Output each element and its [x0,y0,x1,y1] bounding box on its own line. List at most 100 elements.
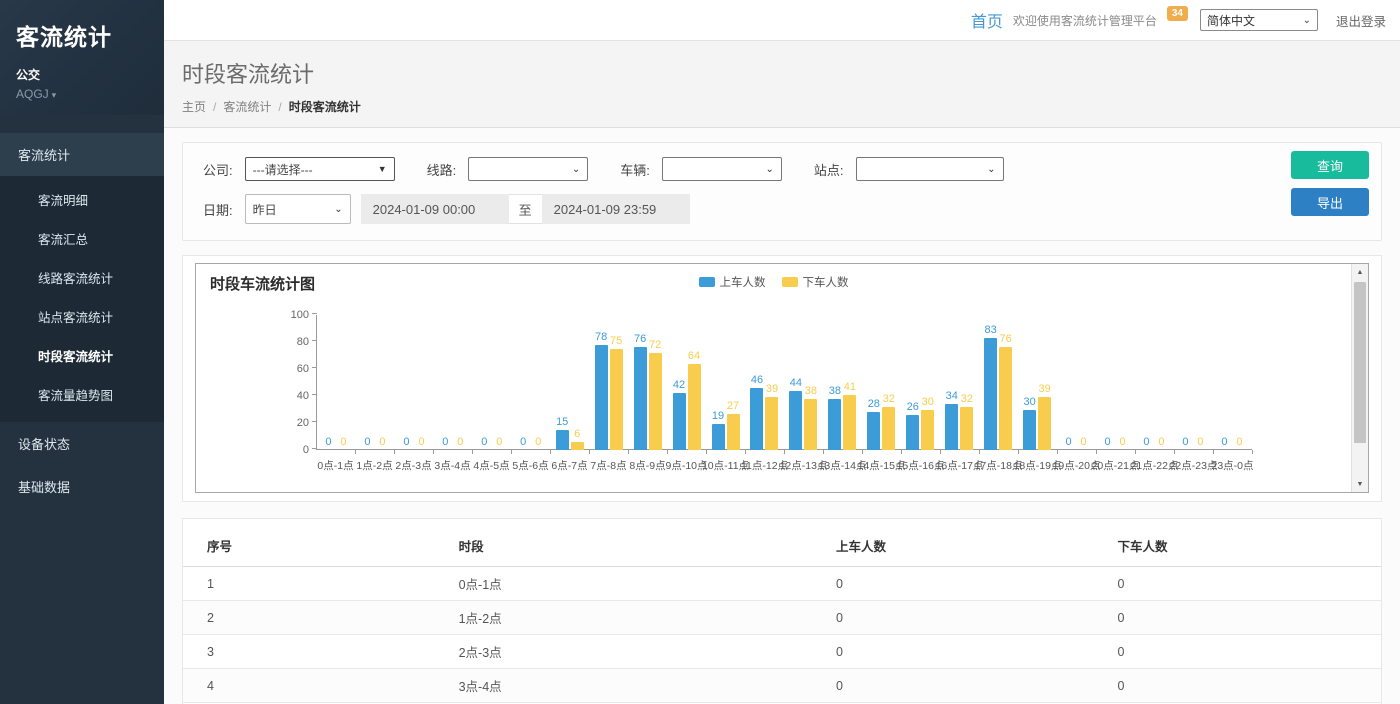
date-to-input[interactable] [542,194,690,224]
bar-下车人数[interactable] [999,347,1012,450]
bar-wrap: 27 [727,400,740,450]
sidebar-item-设备状态[interactable]: 设备状态 [0,422,164,465]
x-axis-label: 5点-6点 [512,454,548,473]
bar-group: 00 [356,315,395,450]
bar-上车人数[interactable] [828,399,841,450]
bar-value-label: 76 [1000,333,1012,345]
table-header-row: 序号时段上车人数下车人数 [183,525,1381,567]
x-axis-cell: 11点-12点 [745,454,784,473]
bar-上车人数[interactable] [556,430,569,450]
bar-上车人数[interactable] [634,347,647,450]
table-row[interactable]: 43点-4点00 [183,669,1381,703]
bar-上车人数[interactable] [945,404,958,450]
home-link[interactable]: 首页 [971,8,1003,32]
sidebar-item-客流统计[interactable]: 客流统计 [0,133,164,176]
bar-value-label: 0 [1119,436,1125,448]
bar-下车人数[interactable] [804,399,817,450]
bar-上车人数[interactable] [712,424,725,450]
top-bar: 首页 欢迎使用客流统计管理平台 34 简体中文 ⌄ 退出登录 [164,0,1400,41]
bar-下车人数[interactable] [610,349,623,450]
station-select[interactable]: ⌄ [856,157,1004,181]
sidebar-item-线路客流统计[interactable]: 线路客流统计 [0,258,164,297]
sidebar-item-客流汇总[interactable]: 客流汇总 [0,219,164,258]
date-preset-select[interactable]: 昨日 ⌄ [245,194,351,224]
sidebar-item-时段客流统计[interactable]: 时段客流统计 [0,336,164,375]
table-cell: 1 [183,567,435,601]
bar-wrap: 38 [828,385,841,450]
bar-下车人数[interactable] [1038,397,1051,450]
bar-wrap: 0 [400,436,413,450]
bar-上车人数[interactable] [984,338,997,450]
bar-下车人数[interactable] [765,397,778,450]
scrollbar-track[interactable] [1352,280,1368,476]
table-row[interactable]: 21点-2点00 [183,601,1381,635]
bar-上车人数[interactable] [1023,410,1036,451]
x-axis-cell: 18点-19点 [1018,454,1057,473]
x-axis-label: 22点-23点 [1170,454,1218,473]
x-axis-label: 8点-9点 [629,454,665,473]
company-select[interactable]: ---请选择--- ▼ [245,157,395,181]
bar-下车人数[interactable] [688,364,701,450]
x-axis-cell: 12点-13点 [784,454,823,473]
line-select[interactable]: ⌄ [468,157,588,181]
table-cell: 0 [1093,601,1381,635]
chart-scrollbar[interactable]: ▲ ▼ [1351,264,1368,492]
x-axis-cell: 7点-8点 [589,454,628,473]
date-to-separator: 至 [509,194,542,224]
bar-上车人数[interactable] [673,393,686,450]
bar-下车人数[interactable] [571,442,584,450]
sidebar-item-站点客流统计[interactable]: 站点客流统计 [0,297,164,336]
date-from-input[interactable] [361,194,509,224]
legend-item-上车人数[interactable]: 上车人数 [699,274,766,290]
bar-wrap: 0 [337,436,350,450]
sidebar-item-客流量趋势图[interactable]: 客流量趋势图 [0,375,164,414]
bar-value-label: 0 [1158,436,1164,448]
x-axis-cell: 8点-9点 [628,454,667,473]
bar-下车人数[interactable] [882,407,895,450]
notification-badge[interactable]: 34 [1167,6,1188,21]
sidebar-item-客流明细[interactable]: 客流明细 [0,180,164,219]
y-axis-label: 80 [277,336,309,348]
chart-panel: 时段车流统计图 上车人数下车人数 00000000000015678757672… [182,255,1382,502]
bar-wrap: 32 [960,393,973,450]
sidebar-item-基础数据[interactable]: 基础数据 [0,465,164,508]
table-row[interactable]: 10点-1点00 [183,567,1381,601]
table-row[interactable]: 32点-3点00 [183,635,1381,669]
bar-上车人数[interactable] [789,391,802,450]
scrollbar-thumb[interactable] [1354,282,1366,443]
bar-上车人数[interactable] [750,388,763,450]
bar-wrap: 0 [1218,436,1231,450]
bar-wrap: 46 [750,374,763,450]
bar-value-label: 0 [520,436,526,448]
scroll-up-icon[interactable]: ▲ [1352,264,1368,280]
bar-value-label: 0 [481,436,487,448]
language-select[interactable]: 简体中文 ⌄ [1200,9,1318,31]
bar-下车人数[interactable] [960,407,973,450]
bar-wrap: 32 [882,393,895,450]
sidebar-submenu: 客流明细客流汇总线路客流统计站点客流统计时段客流统计客流量趋势图 [0,176,164,422]
x-axis-cell: 10点-11点 [706,454,745,473]
bar-下车人数[interactable] [727,414,740,450]
bar-value-label: 0 [1066,436,1072,448]
date-range-group: 至 [361,194,690,224]
query-button[interactable]: 查询 [1291,151,1369,179]
bar-上车人数[interactable] [906,415,919,450]
vehicle-select[interactable]: ⌄ [662,157,782,181]
breadcrumb-home[interactable]: 主页 [182,98,206,115]
table-cell: 3点-4点 [435,669,812,703]
bar-value-label: 0 [379,436,385,448]
x-axis-label: 6点-7点 [551,454,587,473]
bar-下车人数[interactable] [843,395,856,450]
bar-下车人数[interactable] [921,410,934,451]
bar-上车人数[interactable] [595,345,608,450]
export-button[interactable]: 导出 [1291,188,1369,216]
scroll-down-icon[interactable]: ▼ [1352,476,1368,492]
bar-上车人数[interactable] [867,412,880,450]
bar-group: 3432 [940,315,979,450]
caret-down-icon: ▾ [52,90,57,100]
logout-link[interactable]: 退出登录 [1336,11,1386,30]
breadcrumb-parent[interactable]: 客流统计 [223,98,271,115]
bar-下车人数[interactable] [649,353,662,450]
legend-item-下车人数[interactable]: 下车人数 [782,274,849,290]
org-code-dropdown[interactable]: AQGJ▾ [16,87,148,101]
